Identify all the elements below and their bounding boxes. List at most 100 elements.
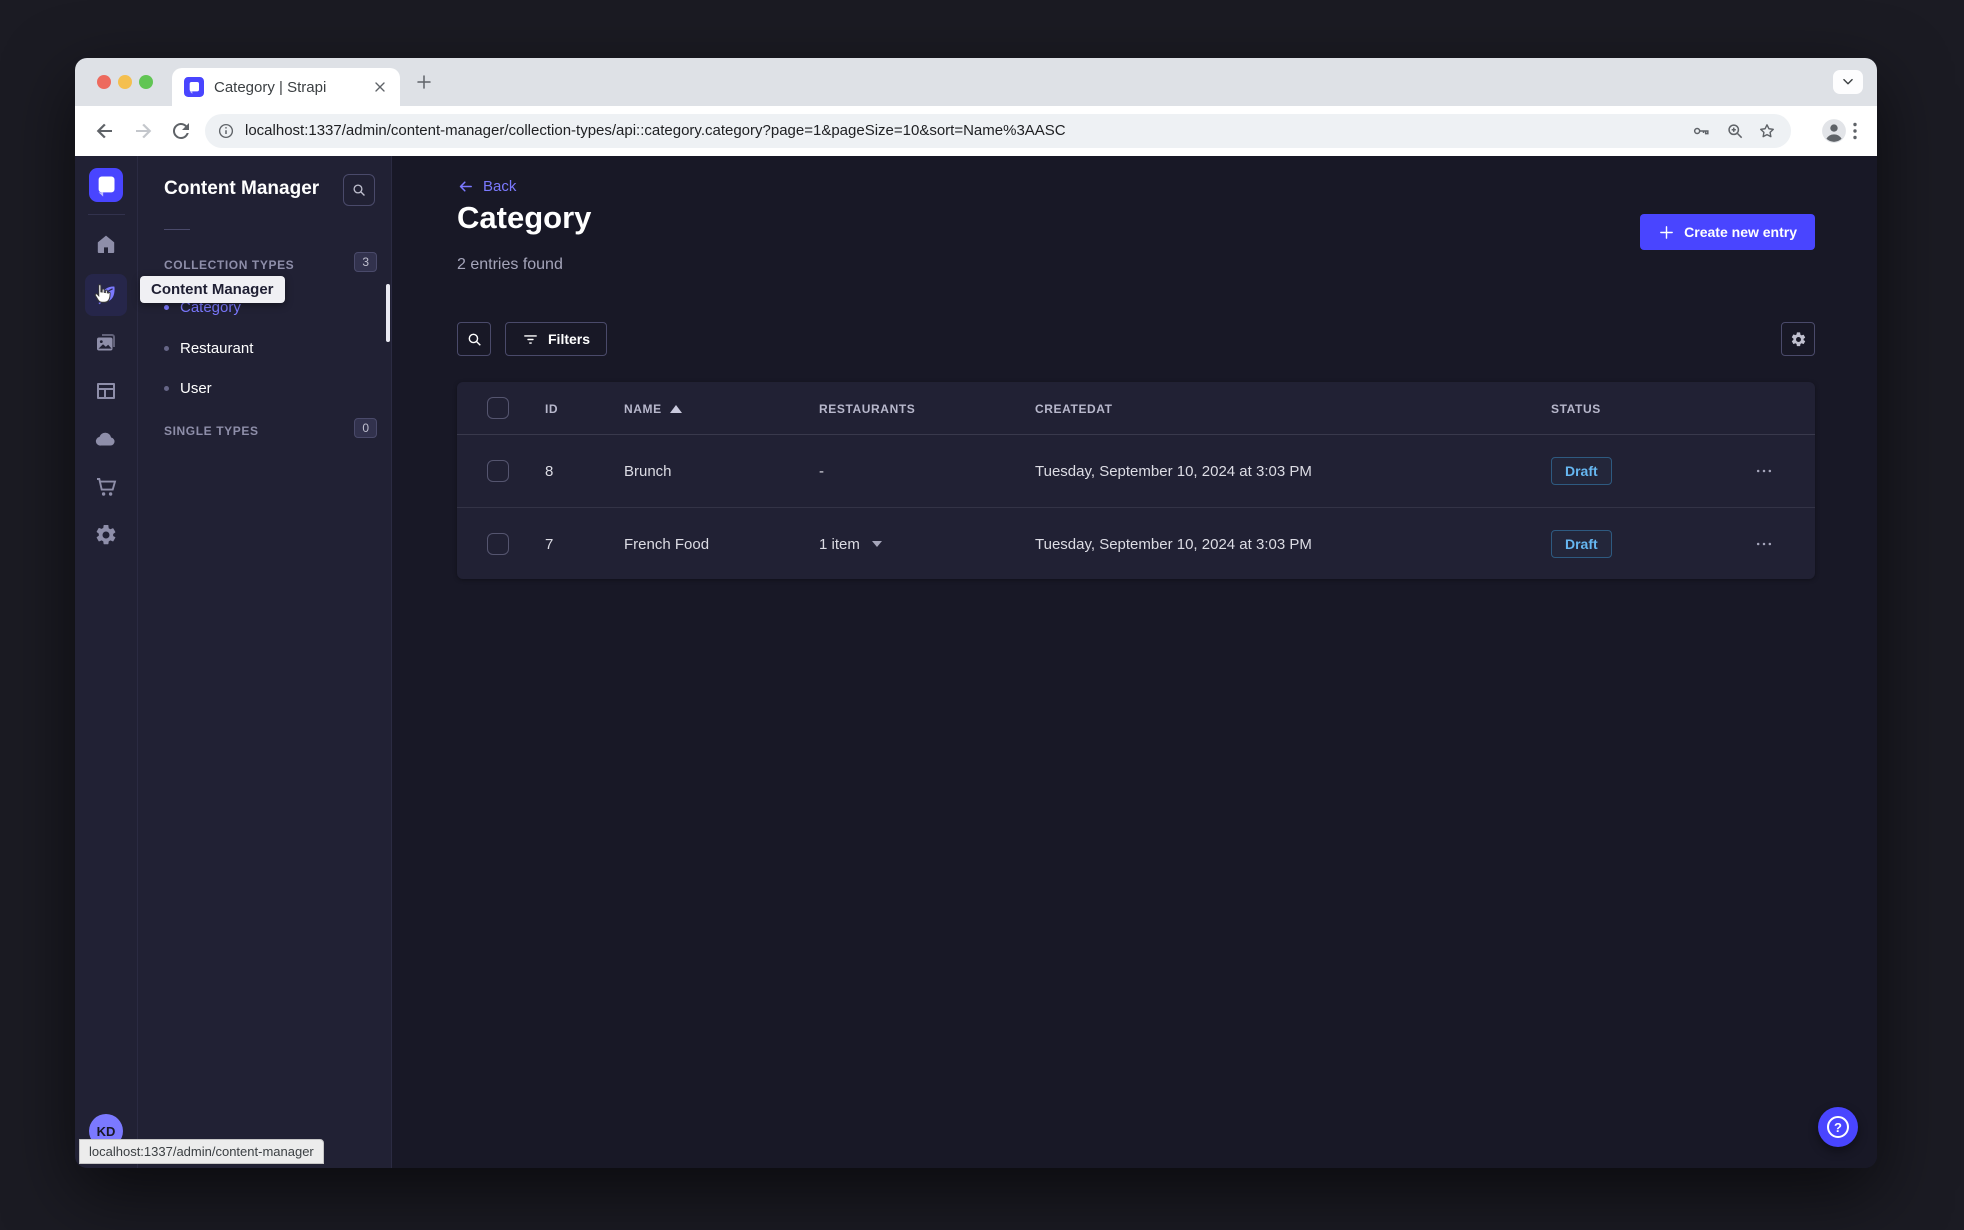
- content-manager-tooltip: Content Manager: [140, 276, 285, 303]
- nav-item-label: Restaurant: [180, 339, 254, 357]
- cell-name: Brunch: [624, 462, 672, 480]
- row-checkbox[interactable]: [487, 532, 509, 555]
- strapi-favicon-icon: [184, 77, 204, 97]
- main-content: Back Category 2 entries found Create new…: [392, 156, 1877, 1168]
- cell-id: 7: [545, 535, 554, 553]
- entries-table: ID NAME RESTAURANTS CREATEDAT STATUS 8 B…: [457, 382, 1815, 579]
- sidebar-item-media-library[interactable]: [85, 322, 127, 364]
- table-search-button[interactable]: [457, 322, 491, 356]
- home-icon: [97, 235, 115, 253]
- url-text: localhost:1337/admin/content-manager/col…: [245, 122, 1066, 139]
- help-button[interactable]: ?: [1818, 1107, 1858, 1147]
- nav-item-user[interactable]: User: [164, 374, 212, 402]
- browser-forward-button[interactable]: [131, 119, 155, 143]
- browser-tab-strip: Category | Strapi: [75, 58, 1877, 106]
- sidebar-item-content-type-builder[interactable]: [85, 370, 127, 412]
- cell-createdat: Tuesday, September 10, 2024 at 3:03 PM: [1035, 462, 1312, 480]
- sidebar-item-settings[interactable]: [85, 514, 127, 556]
- browser-back-button[interactable]: [93, 119, 117, 143]
- entries-count: 2 entries found: [457, 256, 563, 273]
- feather-pen-icon: [98, 286, 115, 305]
- shopping-cart-icon: [97, 478, 117, 496]
- table-header-row: ID NAME RESTAURANTS CREATEDAT STATUS: [457, 382, 1815, 435]
- nav-item-restaurant[interactable]: Restaurant: [164, 334, 253, 362]
- cloud-icon: [95, 432, 115, 446]
- status-badge: Draft: [1551, 457, 1612, 485]
- rail-divider: [88, 214, 125, 215]
- cell-createdat: Tuesday, September 10, 2024 at 3:03 PM: [1035, 535, 1312, 553]
- sidebar-item-content-manager[interactable]: [85, 274, 127, 316]
- table-tools-row: Filters: [457, 322, 1815, 356]
- back-link-label: Back: [483, 178, 517, 195]
- column-header-id[interactable]: ID: [545, 382, 558, 435]
- status-badge: Draft: [1551, 530, 1612, 558]
- bullet-icon: [164, 345, 169, 351]
- content-manager-panel: Content Manager COLLECTION TYPES 3 Categ…: [138, 156, 392, 1168]
- single-types-label: SINGLE TYPES: [164, 424, 259, 438]
- tab-search-chevron-button[interactable]: [1833, 70, 1863, 94]
- column-header-name[interactable]: NAME: [624, 382, 682, 435]
- row-actions-button[interactable]: [1753, 534, 1775, 554]
- nav-item-label: User: [180, 379, 212, 397]
- window-minimize-button[interactable]: [118, 75, 132, 89]
- browser-reload-button[interactable]: [169, 119, 193, 143]
- view-settings-button[interactable]: [1781, 322, 1815, 356]
- tab-close-icon[interactable]: [372, 79, 388, 95]
- back-link[interactable]: Back: [457, 178, 516, 195]
- collection-types-count-badge: 3: [354, 252, 377, 272]
- new-tab-button[interactable]: [415, 73, 433, 91]
- strapi-admin-app: KD Content Manager COLLECTION TYPES 3 Ca…: [75, 156, 1877, 1168]
- filters-button[interactable]: Filters: [505, 322, 608, 356]
- zoom-page-icon[interactable]: [1725, 121, 1745, 141]
- table-row[interactable]: 7 French Food 1 item Tuesday, September …: [457, 507, 1815, 579]
- column-header-restaurants: RESTAURANTS: [819, 401, 916, 416]
- sidebar-item-marketplace[interactable]: [85, 466, 127, 508]
- bookmark-star-icon[interactable]: [1757, 121, 1777, 141]
- cell-restaurants: -: [819, 462, 824, 480]
- layout-icon: [97, 383, 115, 399]
- link-preview-status-bar: localhost:1337/admin/content-manager: [79, 1139, 324, 1164]
- cell-status: Draft: [1551, 508, 1612, 580]
- window-zoom-button[interactable]: [139, 75, 153, 89]
- chevron-down-icon: [1843, 78, 1853, 85]
- panel-scrollbar-thumb[interactable]: [386, 284, 390, 342]
- more-horizontal-icon: [1756, 469, 1772, 473]
- column-header-status: STATUS: [1551, 401, 1601, 416]
- site-info-icon[interactable]: [217, 122, 235, 140]
- tab-title: Category | Strapi: [214, 78, 327, 96]
- strapi-logo[interactable]: [89, 168, 123, 202]
- row-checkbox[interactable]: [487, 460, 509, 482]
- url-address-bar[interactable]: localhost:1337/admin/content-manager/col…: [205, 114, 1791, 148]
- sidebar-item-home[interactable]: [85, 223, 127, 265]
- sidebar-item-deploy-cloud[interactable]: [85, 418, 127, 460]
- more-horizontal-icon: [1756, 542, 1772, 545]
- panel-title: Content Manager: [164, 178, 320, 199]
- filter-icon: [524, 334, 537, 344]
- table-row[interactable]: 8 Brunch - Tuesday, September 10, 2024 a…: [457, 435, 1815, 507]
- create-new-entry-label: Create new entry: [1684, 224, 1797, 240]
- cell-restaurants-dropdown[interactable]: 1 item: [819, 508, 882, 580]
- select-all-checkbox[interactable]: [487, 397, 509, 419]
- plus-icon: [1660, 225, 1674, 239]
- window-close-button[interactable]: [97, 75, 111, 89]
- bullet-icon: [164, 304, 169, 310]
- row-actions-button[interactable]: [1753, 461, 1775, 481]
- browser-toolbar: localhost:1337/admin/content-manager/col…: [75, 106, 1877, 156]
- browser-window: Category | Strapi localhost:1337/admin/c…: [75, 58, 1877, 1168]
- browser-tab[interactable]: Category | Strapi: [172, 68, 400, 106]
- gear-icon: [1791, 331, 1805, 346]
- collection-types-label: COLLECTION TYPES: [164, 258, 295, 272]
- panel-search-button[interactable]: [343, 174, 375, 206]
- cell-status: Draft: [1551, 435, 1612, 507]
- panel-divider: [164, 229, 190, 230]
- column-header-createdat: CREATEDAT: [1035, 401, 1113, 416]
- single-types-count-badge: 0: [354, 418, 377, 438]
- password-manager-key-icon[interactable]: [1691, 121, 1711, 141]
- user-avatar-initials: KD: [96, 1123, 116, 1139]
- browser-menu-icon[interactable]: [1843, 119, 1867, 143]
- create-new-entry-button[interactable]: Create new entry: [1640, 214, 1815, 250]
- question-mark-icon: ?: [1827, 1116, 1849, 1138]
- page-title: Category: [457, 200, 592, 235]
- cell-id: 8: [545, 462, 554, 480]
- search-icon: [468, 333, 481, 346]
